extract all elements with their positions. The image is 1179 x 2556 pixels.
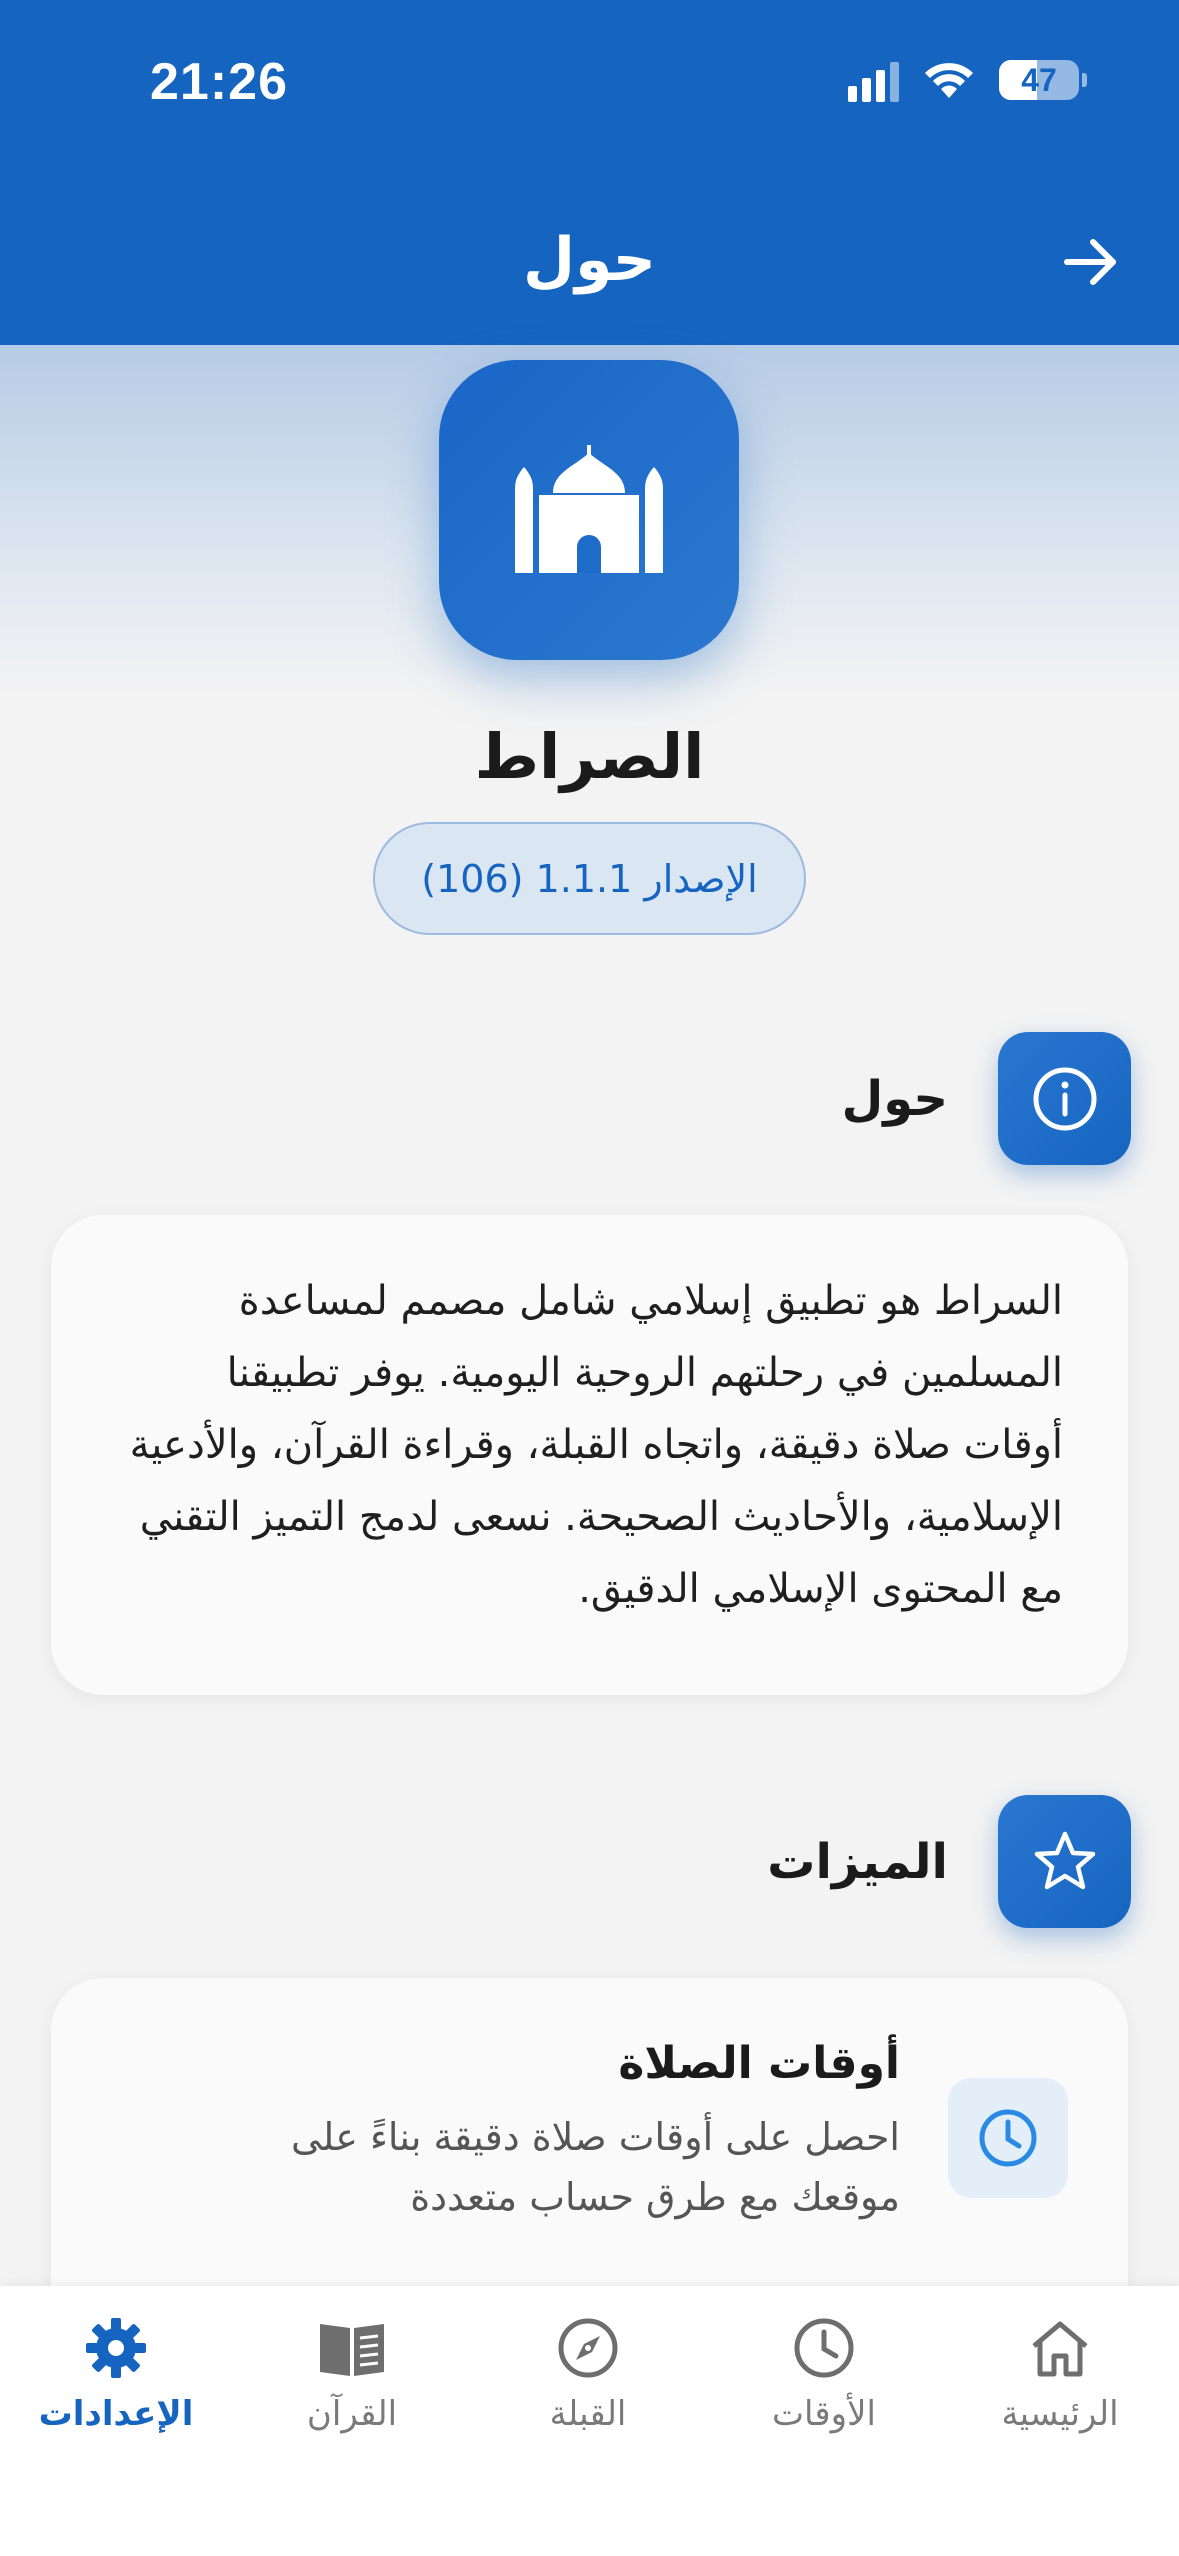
wifi-icon (923, 60, 975, 100)
nav-label: الرئيسية (1001, 2394, 1119, 2434)
compass-icon (558, 2318, 618, 2378)
nav-label: الإعدادات (38, 2394, 194, 2434)
cellular-signal-icon (848, 58, 899, 102)
battery-icon: 47 (999, 60, 1087, 100)
app-logo (439, 360, 739, 660)
about-section-title: حول (841, 1070, 948, 1127)
nav-item-times[interactable]: الأوقات (714, 2316, 934, 2434)
nav-item-settings[interactable]: الإعدادات (6, 2316, 226, 2434)
about-section-header: حول (842, 1032, 1131, 1165)
nav-label: القرآن (306, 2394, 398, 2434)
arrow-right-icon[interactable] (1061, 232, 1121, 296)
nav-item-quran[interactable]: القرآن (242, 2316, 462, 2434)
bottom-navigation: الإعدادات القرآن القبلة الأوقات الرئيسية (0, 2286, 1179, 2556)
feature-text: أوقات الصلاة احصل على أوقات صلاة دقيقة ب… (220, 2038, 900, 2227)
clock-icon (794, 2318, 854, 2378)
mosque-icon (515, 445, 663, 573)
page-title: حول (523, 225, 656, 295)
version-badge: الإصدار 1.1.1 (106) (373, 822, 806, 935)
status-time: 21:26 (150, 53, 288, 111)
gear-icon (86, 2318, 146, 2378)
nav-label: القبلة (549, 2394, 627, 2434)
clock-icon (948, 2078, 1068, 2198)
nav-item-qibla[interactable]: القبلة (478, 2316, 698, 2434)
app-name: الصراط (474, 720, 705, 793)
star-icon (998, 1795, 1131, 1928)
features-section-title: الميزات (767, 1833, 948, 1890)
status-icons: 47 (848, 58, 1087, 102)
home-icon (1032, 2321, 1088, 2377)
battery-level: 47 (1021, 61, 1057, 98)
features-section-header: الميزات (767, 1795, 1131, 1928)
book-icon (320, 2324, 384, 2376)
app-header: 21:26 47 حول (0, 0, 1179, 345)
nav-item-home[interactable]: الرئيسية (950, 2316, 1170, 2434)
feature-description: احصل على أوقات صلاة دقيقة بناءً على موقع… (290, 2115, 900, 2219)
feature-title: أوقات الصلاة (618, 2038, 900, 2089)
nav-label: الأوقات (772, 2394, 876, 2434)
info-icon (998, 1032, 1131, 1165)
about-card: السراط هو تطبيق إسلامي شامل مصمم لمساعدة… (51, 1215, 1128, 1695)
feature-item: أوقات الصلاة احصل على أوقات صلاة دقيقة ب… (51, 1978, 1128, 2227)
about-description: السراط هو تطبيق إسلامي شامل مصمم لمساعدة… (129, 1278, 1063, 1612)
